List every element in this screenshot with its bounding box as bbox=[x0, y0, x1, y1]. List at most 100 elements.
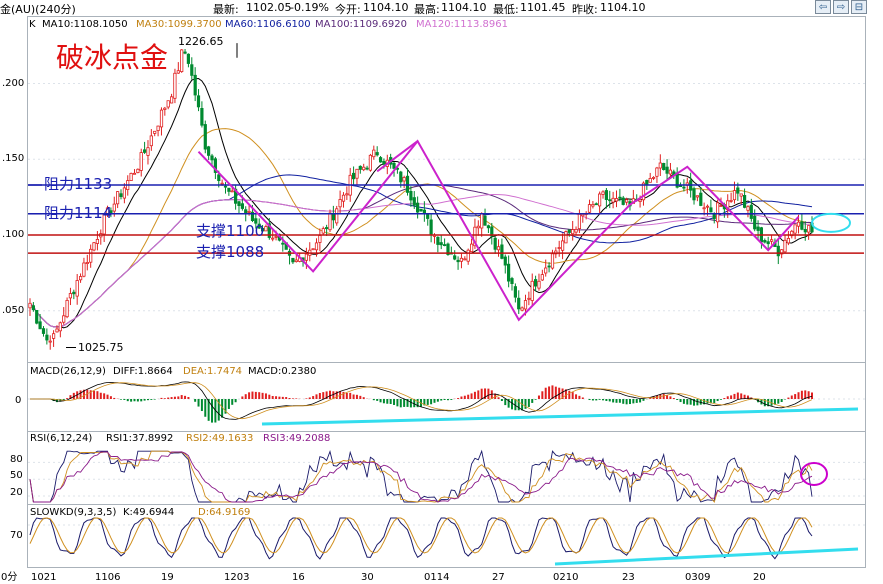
candle-body bbox=[217, 174, 221, 182]
x-tick-19: 19 bbox=[161, 572, 174, 583]
candle-body bbox=[173, 72, 177, 99]
x-tick-16: 16 bbox=[292, 572, 305, 583]
candle-body bbox=[776, 245, 780, 257]
candle-body bbox=[547, 265, 551, 268]
candle-body bbox=[119, 193, 123, 197]
candle-body bbox=[375, 152, 379, 156]
candle-body bbox=[328, 212, 332, 231]
low-label: 最低: bbox=[493, 3, 519, 16]
candle-body bbox=[716, 202, 720, 223]
candle-body bbox=[459, 257, 464, 262]
candle-body bbox=[550, 253, 555, 269]
latest-price: 1102.05 bbox=[246, 1, 292, 14]
scroll-left-button[interactable]: ⇦ bbox=[815, 0, 831, 14]
candle-body bbox=[523, 300, 528, 310]
candle-body bbox=[196, 95, 201, 108]
support-1088-label: 支撑1088 bbox=[196, 243, 264, 261]
price-change: -0.19% bbox=[290, 1, 329, 14]
ma-legend: K MA10:1108.1050 MA30:1099.3700 MA60:110… bbox=[29, 19, 508, 30]
candle-body bbox=[92, 242, 96, 251]
y-tick-rsi-80: 80 bbox=[10, 454, 23, 465]
candle-body bbox=[803, 228, 807, 233]
window-toggle-button[interactable]: ⊟ bbox=[851, 0, 867, 14]
support-1100-label: 支撑1100 bbox=[196, 222, 264, 240]
candle-body bbox=[544, 267, 548, 274]
candle-body bbox=[62, 315, 66, 323]
rsi-legend-rsi2: RSI2:49.1633 bbox=[186, 433, 253, 444]
candle-body bbox=[517, 297, 521, 310]
candle-body bbox=[658, 162, 662, 169]
y-tick-1150: .150 bbox=[2, 153, 24, 164]
candle-body bbox=[567, 229, 571, 233]
candle-body bbox=[28, 302, 32, 309]
x-tick-1021: 1021 bbox=[31, 572, 56, 583]
open-label: 今开: bbox=[335, 3, 361, 16]
candle-body bbox=[456, 259, 460, 263]
candle-body bbox=[534, 279, 538, 287]
candle-body bbox=[496, 246, 501, 251]
candle-body bbox=[719, 205, 723, 208]
candle-body bbox=[402, 177, 406, 182]
x-tick-30: 30 bbox=[361, 572, 374, 583]
candle-body bbox=[311, 248, 315, 251]
candle-body bbox=[682, 186, 686, 189]
candle-body bbox=[486, 225, 491, 229]
candle-body bbox=[736, 187, 740, 194]
rsi-legend-rsi1: RSI1:37.8992 bbox=[106, 433, 173, 444]
candle-body bbox=[362, 166, 366, 171]
candle-body bbox=[476, 225, 480, 229]
candle-body bbox=[38, 321, 42, 330]
candle-body bbox=[743, 194, 747, 208]
candle-body bbox=[210, 155, 214, 161]
candle-body bbox=[527, 297, 531, 300]
candle-body bbox=[699, 192, 703, 206]
macd-legend-dea: DEA:1.7474 bbox=[183, 366, 242, 377]
scroll-right-button[interactable]: ⇨ bbox=[833, 0, 849, 14]
candle-body bbox=[786, 237, 791, 244]
candle-body bbox=[648, 177, 652, 183]
candle-body bbox=[52, 333, 56, 339]
candle-body bbox=[729, 199, 733, 202]
y-tick-rsi-20: 20 bbox=[10, 487, 23, 498]
candle-body bbox=[65, 299, 69, 318]
candle-body bbox=[770, 239, 774, 242]
high-price: 1104.10 bbox=[441, 1, 487, 14]
candle-body bbox=[55, 328, 59, 333]
candle-body bbox=[72, 291, 76, 295]
candle-body bbox=[500, 244, 504, 259]
candle-body bbox=[193, 74, 197, 96]
y-tick-macd-0: 0 bbox=[15, 395, 21, 406]
candle-body bbox=[31, 305, 36, 311]
candle-body bbox=[608, 199, 612, 202]
candle-body bbox=[203, 124, 207, 150]
candle-body bbox=[537, 280, 541, 289]
candle-body bbox=[453, 255, 457, 260]
candle-body bbox=[304, 253, 309, 261]
candle-body bbox=[695, 195, 700, 198]
candle-body bbox=[513, 286, 518, 298]
candle-body bbox=[598, 193, 602, 207]
candle-body bbox=[365, 167, 369, 170]
legend-ma10: MA10:1108.1050 bbox=[42, 19, 128, 30]
price-chart[interactable]: 破冰点金 阻力1133 阻力1114 支撑1100 支撑1088 1226.65… bbox=[0, 0, 883, 584]
candle-body bbox=[746, 206, 750, 211]
macd-legend-macd: MACD:0.2380 bbox=[248, 366, 316, 377]
candle-body bbox=[665, 166, 669, 174]
candle-body bbox=[230, 190, 234, 193]
candle-body bbox=[807, 225, 811, 233]
candle-body bbox=[294, 259, 298, 263]
candle-body bbox=[415, 202, 420, 213]
y-tick-rsi-50: 50 bbox=[10, 470, 23, 481]
candle-body bbox=[692, 188, 696, 201]
candle-body bbox=[645, 179, 649, 185]
kd-legend-d: D:64.9169 bbox=[198, 507, 250, 518]
candle-body bbox=[800, 221, 804, 230]
candle-body bbox=[520, 307, 524, 311]
candle-body bbox=[274, 235, 278, 238]
candle-body bbox=[530, 280, 534, 301]
instrument-name: 金(AU)(240分) bbox=[0, 3, 76, 16]
candle-body bbox=[45, 334, 49, 341]
resistance-1114-label: 阻力1114 bbox=[44, 204, 112, 222]
kd-legend-k: K:49.6944 bbox=[123, 507, 174, 518]
y-tick-1200: .200 bbox=[2, 78, 24, 89]
